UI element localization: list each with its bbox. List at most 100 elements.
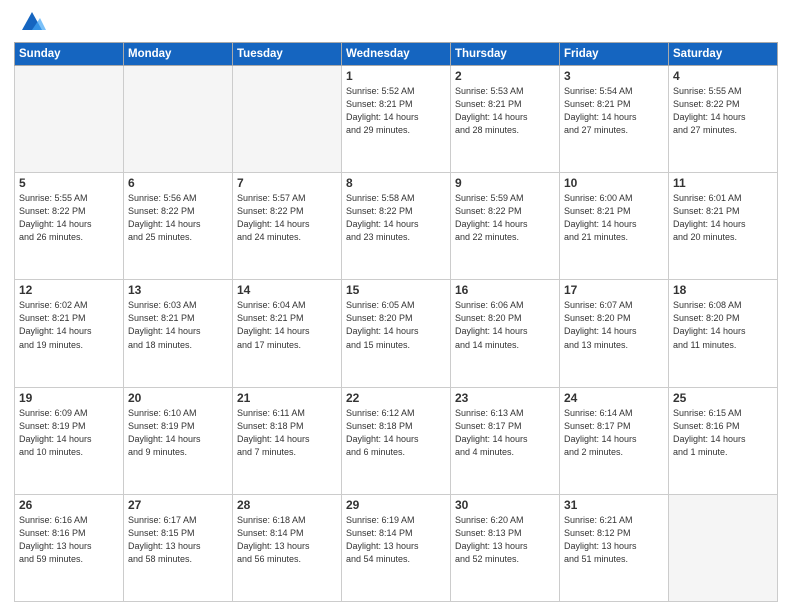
calendar-cell bbox=[15, 66, 124, 173]
day-info: Sunrise: 6:17 AM Sunset: 8:15 PM Dayligh… bbox=[128, 514, 228, 566]
calendar-cell: 23 Sunrise: 6:13 AM Sunset: 8:17 PM Dayli… bbox=[451, 387, 560, 494]
calendar-cell: 1Sunrise: 5:52 AM Sunset: 8:21 PM Daylig… bbox=[342, 66, 451, 173]
day-number: 17 bbox=[564, 283, 664, 297]
calendar-cell: 9 Sunrise: 5:59 AM Sunset: 8:22 PM Daylig… bbox=[451, 173, 560, 280]
day-info: Sunrise: 5:57 AM Sunset: 8:22 PM Dayligh… bbox=[237, 192, 337, 244]
day-info: Sunrise: 6:09 AM Sunset: 8:19 PM Dayligh… bbox=[19, 407, 119, 459]
day-info: Sunrise: 5:55 AM Sunset: 8:22 PM Dayligh… bbox=[19, 192, 119, 244]
day-number: 6 bbox=[128, 176, 228, 190]
calendar-cell: 29 Sunrise: 6:19 AM Sunset: 8:14 PM Dayli… bbox=[342, 494, 451, 601]
day-info: Sunrise: 6:12 AM Sunset: 8:18 PM Dayligh… bbox=[346, 407, 446, 459]
day-number: 18 bbox=[673, 283, 773, 297]
day-info: Sunrise: 5:58 AM Sunset: 8:22 PM Dayligh… bbox=[346, 192, 446, 244]
day-number: 2 bbox=[455, 69, 555, 83]
calendar-cell: 16 Sunrise: 6:06 AM Sunset: 8:20 PM Dayli… bbox=[451, 280, 560, 387]
calendar-cell: 20 Sunrise: 6:10 AM Sunset: 8:19 PM Dayli… bbox=[124, 387, 233, 494]
day-number: 27 bbox=[128, 498, 228, 512]
day-number: 1 bbox=[346, 69, 446, 83]
calendar-cell bbox=[669, 494, 778, 601]
day-number: 31 bbox=[564, 498, 664, 512]
day-info: Sunrise: 6:20 AM Sunset: 8:13 PM Dayligh… bbox=[455, 514, 555, 566]
day-info: Sunrise: 5:55 AM Sunset: 8:22 PM Dayligh… bbox=[673, 85, 773, 137]
day-info: Sunrise: 6:00 AM Sunset: 8:21 PM Dayligh… bbox=[564, 192, 664, 244]
calendar-table: SundayMondayTuesdayWednesdayThursdayFrid… bbox=[14, 42, 778, 602]
weekday-header-row: SundayMondayTuesdayWednesdayThursdayFrid… bbox=[15, 43, 778, 66]
day-number: 23 bbox=[455, 391, 555, 405]
day-number: 13 bbox=[128, 283, 228, 297]
day-number: 15 bbox=[346, 283, 446, 297]
weekday-header-thursday: Thursday bbox=[451, 43, 560, 66]
day-info: Sunrise: 6:14 AM Sunset: 8:17 PM Dayligh… bbox=[564, 407, 664, 459]
day-number: 22 bbox=[346, 391, 446, 405]
day-info: Sunrise: 6:06 AM Sunset: 8:20 PM Dayligh… bbox=[455, 299, 555, 351]
calendar-cell: 28Sunrise: 6:18 AM Sunset: 8:14 PM Dayli… bbox=[233, 494, 342, 601]
day-info: Sunrise: 6:08 AM Sunset: 8:20 PM Dayligh… bbox=[673, 299, 773, 351]
calendar-cell: 5 Sunrise: 5:55 AM Sunset: 8:22 PM Daylig… bbox=[15, 173, 124, 280]
day-info: Sunrise: 6:21 AM Sunset: 8:12 PM Dayligh… bbox=[564, 514, 664, 566]
day-info: Sunrise: 5:53 AM Sunset: 8:21 PM Dayligh… bbox=[455, 85, 555, 137]
calendar-cell: 17 Sunrise: 6:07 AM Sunset: 8:20 PM Dayli… bbox=[560, 280, 669, 387]
day-info: Sunrise: 6:13 AM Sunset: 8:17 PM Dayligh… bbox=[455, 407, 555, 459]
calendar-week-4: 19 Sunrise: 6:09 AM Sunset: 8:19 PM Dayli… bbox=[15, 387, 778, 494]
calendar-week-2: 5 Sunrise: 5:55 AM Sunset: 8:22 PM Daylig… bbox=[15, 173, 778, 280]
calendar-cell: 11Sunrise: 6:01 AM Sunset: 8:21 PM Dayli… bbox=[669, 173, 778, 280]
day-info: Sunrise: 6:19 AM Sunset: 8:14 PM Dayligh… bbox=[346, 514, 446, 566]
day-number: 5 bbox=[19, 176, 119, 190]
calendar-cell: 12 Sunrise: 6:02 AM Sunset: 8:21 PM Dayli… bbox=[15, 280, 124, 387]
calendar-week-3: 12 Sunrise: 6:02 AM Sunset: 8:21 PM Dayli… bbox=[15, 280, 778, 387]
day-info: Sunrise: 6:07 AM Sunset: 8:20 PM Dayligh… bbox=[564, 299, 664, 351]
calendar-cell: 21 Sunrise: 6:11 AM Sunset: 8:18 PM Dayli… bbox=[233, 387, 342, 494]
day-number: 9 bbox=[455, 176, 555, 190]
day-number: 11 bbox=[673, 176, 773, 190]
day-number: 10 bbox=[564, 176, 664, 190]
day-number: 14 bbox=[237, 283, 337, 297]
calendar-cell: 14 Sunrise: 6:04 AM Sunset: 8:21 PM Dayli… bbox=[233, 280, 342, 387]
header bbox=[14, 10, 778, 36]
calendar-cell: 26 Sunrise: 6:16 AM Sunset: 8:16 PM Dayli… bbox=[15, 494, 124, 601]
weekday-header-friday: Friday bbox=[560, 43, 669, 66]
day-info: Sunrise: 6:11 AM Sunset: 8:18 PM Dayligh… bbox=[237, 407, 337, 459]
calendar-week-5: 26 Sunrise: 6:16 AM Sunset: 8:16 PM Dayli… bbox=[15, 494, 778, 601]
weekday-header-saturday: Saturday bbox=[669, 43, 778, 66]
calendar-cell: 3 Sunrise: 5:54 AM Sunset: 8:21 PM Daylig… bbox=[560, 66, 669, 173]
day-number: 7 bbox=[237, 176, 337, 190]
calendar-cell bbox=[233, 66, 342, 173]
weekday-header-monday: Monday bbox=[124, 43, 233, 66]
calendar-cell: 8 Sunrise: 5:58 AM Sunset: 8:22 PM Daylig… bbox=[342, 173, 451, 280]
day-number: 24 bbox=[564, 391, 664, 405]
page: SundayMondayTuesdayWednesdayThursdayFrid… bbox=[0, 0, 792, 612]
day-info: Sunrise: 6:16 AM Sunset: 8:16 PM Dayligh… bbox=[19, 514, 119, 566]
day-info: Sunrise: 6:03 AM Sunset: 8:21 PM Dayligh… bbox=[128, 299, 228, 351]
calendar-cell: 31 Sunrise: 6:21 AM Sunset: 8:12 PM Dayli… bbox=[560, 494, 669, 601]
day-number: 3 bbox=[564, 69, 664, 83]
day-info: Sunrise: 5:54 AM Sunset: 8:21 PM Dayligh… bbox=[564, 85, 664, 137]
day-number: 16 bbox=[455, 283, 555, 297]
day-number: 28 bbox=[237, 498, 337, 512]
calendar-cell: 27 Sunrise: 6:17 AM Sunset: 8:15 PM Dayli… bbox=[124, 494, 233, 601]
day-info: Sunrise: 6:10 AM Sunset: 8:19 PM Dayligh… bbox=[128, 407, 228, 459]
day-number: 19 bbox=[19, 391, 119, 405]
calendar-cell: 24 Sunrise: 6:14 AM Sunset: 8:17 PM Dayli… bbox=[560, 387, 669, 494]
calendar-cell: 6 Sunrise: 5:56 AM Sunset: 8:22 PM Daylig… bbox=[124, 173, 233, 280]
day-info: Sunrise: 6:02 AM Sunset: 8:21 PM Dayligh… bbox=[19, 299, 119, 351]
calendar-cell: 30Sunrise: 6:20 AM Sunset: 8:13 PM Dayli… bbox=[451, 494, 560, 601]
weekday-header-wednesday: Wednesday bbox=[342, 43, 451, 66]
calendar-cell bbox=[124, 66, 233, 173]
day-number: 8 bbox=[346, 176, 446, 190]
day-info: Sunrise: 5:56 AM Sunset: 8:22 PM Dayligh… bbox=[128, 192, 228, 244]
day-info: Sunrise: 5:59 AM Sunset: 8:22 PM Dayligh… bbox=[455, 192, 555, 244]
calendar-cell: 15Sunrise: 6:05 AM Sunset: 8:20 PM Dayli… bbox=[342, 280, 451, 387]
day-number: 21 bbox=[237, 391, 337, 405]
day-info: Sunrise: 6:04 AM Sunset: 8:21 PM Dayligh… bbox=[237, 299, 337, 351]
day-number: 20 bbox=[128, 391, 228, 405]
calendar-cell: 2 Sunrise: 5:53 AM Sunset: 8:21 PM Daylig… bbox=[451, 66, 560, 173]
calendar-cell: 7 Sunrise: 5:57 AM Sunset: 8:22 PM Daylig… bbox=[233, 173, 342, 280]
day-number: 29 bbox=[346, 498, 446, 512]
day-number: 26 bbox=[19, 498, 119, 512]
day-number: 12 bbox=[19, 283, 119, 297]
calendar-cell: 25Sunrise: 6:15 AM Sunset: 8:16 PM Dayli… bbox=[669, 387, 778, 494]
logo bbox=[14, 14, 46, 36]
day-info: Sunrise: 6:15 AM Sunset: 8:16 PM Dayligh… bbox=[673, 407, 773, 459]
calendar-cell: 13 Sunrise: 6:03 AM Sunset: 8:21 PM Dayli… bbox=[124, 280, 233, 387]
calendar-cell: 4Sunrise: 5:55 AM Sunset: 8:22 PM Daylig… bbox=[669, 66, 778, 173]
